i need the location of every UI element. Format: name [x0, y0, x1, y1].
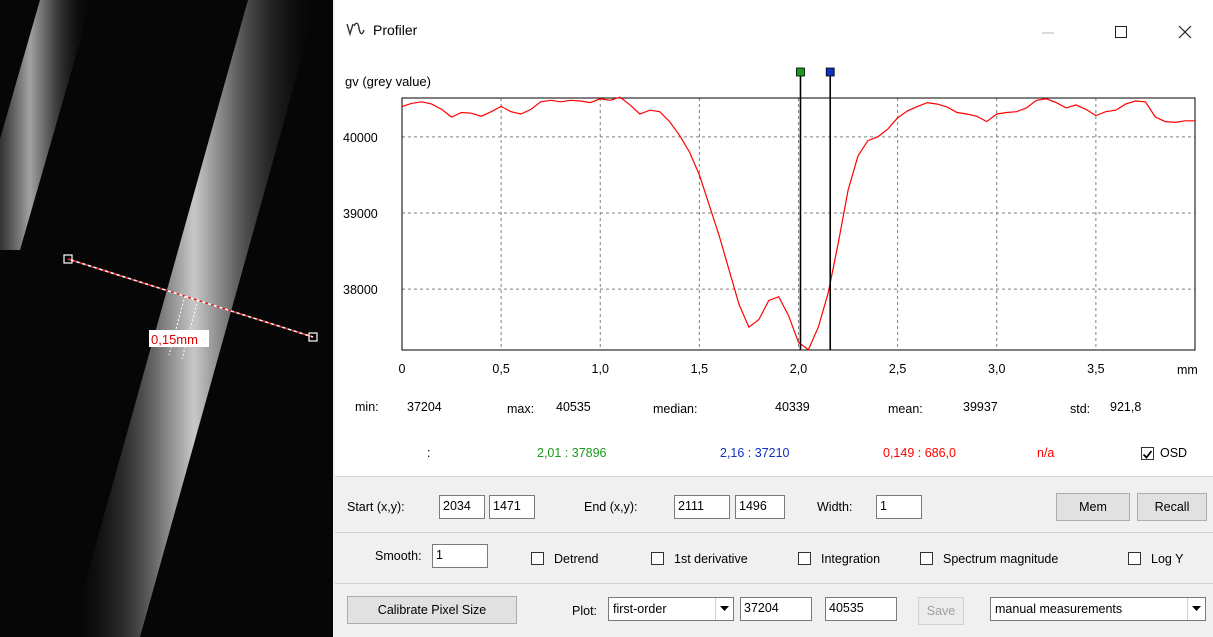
median-label: median:	[653, 402, 698, 416]
min-label: min:	[355, 400, 379, 414]
profiler-window: Profiler gv (grey value) 38000 39000 40000 0…	[335, 0, 1213, 637]
title-bar: Profiler	[335, 0, 1213, 62]
plot-select-value: first-order	[613, 602, 667, 616]
stripe-main	[70, 0, 318, 637]
end-label: End (x,y):	[584, 500, 638, 514]
osd-label: OSD	[1160, 446, 1188, 460]
x-axis-unit: mm	[1177, 363, 1198, 377]
x-tick-label: 0,5	[492, 362, 509, 376]
marker-difference-readout: 0,149 : 686,0	[883, 446, 956, 460]
smooth-label: Smooth:	[375, 549, 422, 563]
window-title: Profiler	[373, 22, 418, 38]
integration-label: Integration	[821, 552, 881, 566]
calibrate-pixel-size-button[interactable]: Calibrate Pixel Size	[347, 596, 517, 624]
x-tick-label: 2,0	[790, 362, 807, 376]
range-min-field[interactable]: 37204	[740, 597, 812, 621]
chevron-down-icon	[715, 598, 733, 620]
x-tick-label: 3,0	[988, 362, 1005, 376]
spectrum-checkbox[interactable]	[920, 552, 933, 565]
plot-select[interactable]: first-order	[608, 597, 734, 621]
start-y-field[interactable]: 1471	[489, 495, 535, 519]
mean-label: mean:	[888, 402, 923, 416]
minimize-icon	[1042, 32, 1054, 34]
x-tick-label: 3,5	[1087, 362, 1104, 376]
logy-checkbox[interactable]	[1128, 552, 1141, 565]
x-tick-label: 2,5	[889, 362, 906, 376]
maximize-button[interactable]	[1103, 14, 1139, 50]
checkmark-icon	[1142, 450, 1153, 459]
stats-row: min: 37204 max: 40535 median: 40339 mean…	[335, 388, 1213, 430]
start-label: Start (x,y):	[347, 500, 405, 514]
std-label: std:	[1070, 402, 1091, 416]
y-axis-label: gv (grey value)	[345, 74, 431, 89]
detrend-label: Detrend	[554, 552, 599, 566]
x-tick-label: 1,0	[592, 362, 609, 376]
median-value: 40339	[775, 400, 810, 414]
osd-checkbox[interactable]	[1141, 447, 1154, 460]
y-tick-label: 40000	[343, 131, 378, 145]
min-value: 37204	[407, 400, 442, 414]
marker-handle-1[interactable]	[796, 67, 805, 77]
save-button[interactable]: Save	[918, 597, 964, 625]
green-marker-readout: 2,01 : 37896	[537, 446, 607, 460]
spectrum-label: Spectrum magnitude	[943, 552, 1059, 566]
x-tick-label: 0	[399, 362, 406, 376]
measurement-mode-select[interactable]: manual measurements	[990, 597, 1206, 621]
marker-handle-2[interactable]	[825, 67, 835, 77]
separator-2	[335, 532, 1213, 533]
measurement-mode-value: manual measurements	[995, 602, 1123, 616]
separator-3	[335, 583, 1213, 584]
width-label: Width:	[817, 500, 853, 514]
measurement-label: 0,15mm	[151, 332, 198, 347]
y-tick-label: 39000	[343, 207, 378, 221]
markers-row: : 2,01 : 37896 2,16 : 37210 0,149 : 686,…	[335, 430, 1213, 476]
max-value: 40535	[556, 400, 591, 414]
separator-1	[335, 476, 1213, 477]
na-readout: n/a	[1037, 446, 1055, 460]
mem-button[interactable]: Mem	[1056, 493, 1130, 521]
range-max-field[interactable]: 40535	[825, 597, 897, 621]
mean-value: 39937	[963, 400, 998, 414]
derivative-label: 1st derivative	[674, 552, 748, 566]
close-button[interactable]	[1167, 14, 1203, 50]
start-x-field[interactable]: 2034	[439, 495, 485, 519]
minimize-button[interactable]	[1030, 14, 1066, 50]
plot-label: Plot:	[572, 604, 598, 618]
chevron-down-icon	[1187, 598, 1205, 620]
derivative-checkbox[interactable]	[651, 552, 664, 565]
logy-label: Log Y	[1151, 552, 1184, 566]
stripe-left	[0, 0, 92, 250]
detrend-checkbox[interactable]	[531, 552, 544, 565]
std-value: 921,8	[1110, 400, 1142, 414]
end-x-field[interactable]: 2111	[674, 495, 730, 519]
profile-chart-area[interactable]: gv (grey value) 38000 39000 40000 0 0,5 1,0 1,5…	[335, 62, 1213, 388]
recall-button[interactable]: Recall	[1137, 493, 1207, 521]
x-tick-label: 1,5	[691, 362, 708, 376]
profile-chart[interactable]: gv (grey value) 38000 39000 40000 0 0,5 1,0 1,5…	[335, 62, 1213, 388]
end-y-field[interactable]: 1496	[735, 495, 785, 519]
integration-checkbox[interactable]	[798, 552, 811, 565]
width-field[interactable]: 1	[876, 495, 922, 519]
blue-marker-readout: 2,16 : 37210	[720, 446, 790, 460]
image-canvas[interactable]: 0,15mm	[0, 0, 333, 637]
max-label: max:	[507, 402, 535, 416]
image-viewer[interactable]: 0,15mm	[0, 0, 333, 637]
profiler-app-icon	[346, 22, 365, 37]
smooth-field[interactable]: 1	[432, 544, 488, 568]
y-tick-label: 38000	[343, 283, 378, 297]
cursor-readout: :	[427, 446, 431, 460]
close-icon	[1178, 25, 1192, 39]
maximize-icon	[1115, 26, 1127, 38]
